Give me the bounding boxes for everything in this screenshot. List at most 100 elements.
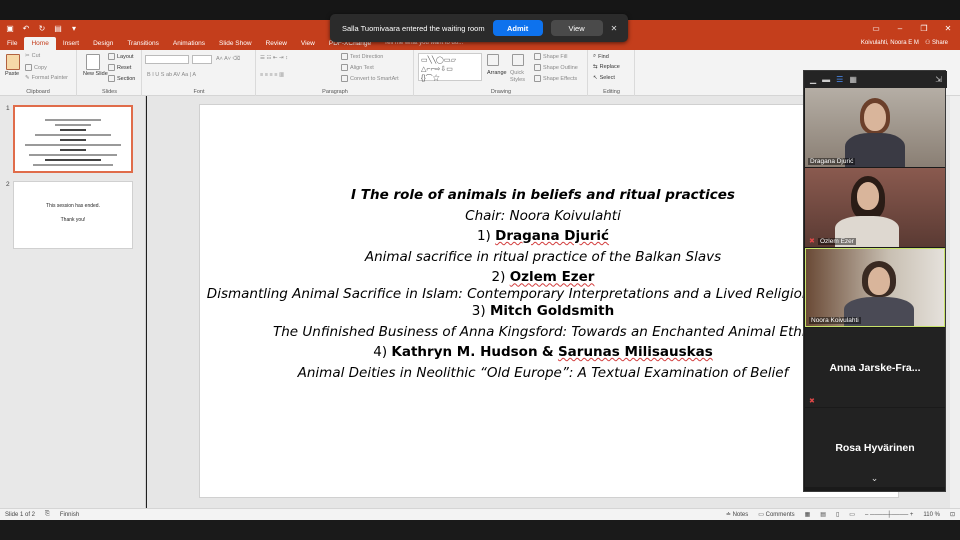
replace-button[interactable]: ⇆ Replace: [593, 64, 620, 70]
normal-view-icon[interactable]: ▦: [800, 511, 816, 518]
slide-content[interactable]: I The role of animals in beliefs and rit…: [200, 185, 886, 383]
reset-label: Reset: [117, 64, 132, 71]
close-icon[interactable]: ✕: [611, 24, 618, 33]
tab-slide-show[interactable]: Slide Show: [212, 37, 259, 50]
zoom-level[interactable]: 110 %: [918, 512, 945, 518]
text-direction-button[interactable]: Text Direction: [341, 53, 383, 60]
copy-button[interactable]: Copy: [25, 64, 47, 71]
single-view-icon[interactable]: ▬: [822, 75, 830, 84]
list-buttons[interactable]: ☰ ☷ ⇤ ⇥ ↕: [260, 55, 288, 61]
exit-gallery-icon[interactable]: ⇲: [935, 75, 942, 84]
select-button[interactable]: ↖ Select: [593, 75, 615, 81]
arrange-button[interactable]: Arrange: [487, 70, 507, 76]
participant-tile-active-speaker[interactable]: Noora Koivulahti: [805, 248, 945, 327]
comments-button[interactable]: ▭ Comments: [753, 511, 799, 518]
slide-sorter-icon[interactable]: ▤: [815, 511, 831, 518]
quick-styles-icon[interactable]: [512, 54, 524, 66]
share-button[interactable]: ⚇ Share: [925, 37, 960, 50]
shape-effects-button[interactable]: Shape Effects: [534, 75, 577, 82]
close-window-icon[interactable]: ✕: [936, 24, 960, 33]
presenter-1: 1) Dragana Djurić: [200, 226, 886, 247]
account-name[interactable]: Koivulahti, Noora E M: [861, 37, 925, 50]
thumbnail-text-line: [60, 139, 86, 141]
minimize-icon[interactable]: –: [888, 24, 912, 33]
undo-icon[interactable]: ↶: [20, 22, 32, 34]
participant-tile[interactable]: Dragana Djurić: [805, 88, 945, 167]
arrange-icon[interactable]: [487, 54, 499, 66]
slide-thumbnail-2[interactable]: This session has ended. Thank you!: [13, 181, 133, 249]
tab-home[interactable]: Home: [24, 37, 56, 50]
ribbon-display-icon[interactable]: ▭: [864, 24, 888, 33]
tab-insert[interactable]: Insert: [56, 37, 86, 50]
shape-fill-button[interactable]: Shape Fill: [534, 53, 567, 60]
vertical-scrollbar[interactable]: [950, 96, 960, 508]
language-indicator[interactable]: Finnish: [55, 512, 84, 518]
drawing-label: Drawing: [490, 89, 512, 95]
tab-review[interactable]: Review: [259, 37, 294, 50]
quick-styles-button[interactable]: Quick Styles: [510, 70, 534, 84]
presenter-icon[interactable]: ▤: [52, 22, 64, 34]
presenter-number: 1): [476, 228, 491, 245]
align-buttons[interactable]: ≡ ≡ ≡ ≡ ▥: [260, 72, 284, 78]
shapes-gallery[interactable]: ▭╲╲◯▭▱ △⌐⌐⇨⇩▭ {}⌒☆: [418, 53, 482, 82]
shape-outline-button[interactable]: Shape Outline: [534, 64, 578, 71]
replace-label: Replace: [599, 64, 620, 70]
clipboard-label: Clipboard: [26, 89, 50, 95]
presenter-name: Mitch Goldsmith: [489, 302, 615, 319]
reset-button[interactable]: Reset: [108, 64, 131, 71]
font-name-select[interactable]: [145, 55, 189, 64]
redo-icon[interactable]: ↻: [36, 22, 48, 34]
editing-label: Editing: [603, 89, 620, 95]
slide-thumbnail-1[interactable]: [13, 105, 133, 173]
align-text-icon: [341, 64, 348, 71]
notes-button[interactable]: ≐ Notes: [721, 511, 753, 518]
format-painter-button[interactable]: ✎ Format Painter: [25, 75, 68, 81]
slideshow-icon[interactable]: ▭: [844, 511, 860, 518]
tab-file[interactable]: File: [0, 37, 24, 50]
notes-icon: ≐: [725, 512, 733, 518]
align-text-button[interactable]: Align Text: [341, 64, 374, 71]
smartart-button[interactable]: Convert to SmartArt: [341, 75, 399, 82]
copy-icon: [25, 64, 32, 71]
new-slide-icon[interactable]: [86, 54, 100, 70]
font-size-select[interactable]: [192, 55, 212, 64]
bottom-strip: [0, 520, 960, 540]
view-button[interactable]: View: [550, 20, 603, 36]
participant-tile[interactable]: Anna Jarske-Fra... ✖: [805, 328, 945, 407]
tab-view[interactable]: View: [294, 37, 322, 50]
section-button[interactable]: Section: [108, 75, 135, 82]
customize-icon[interactable]: ▾: [68, 22, 80, 34]
restore-icon[interactable]: ❐: [912, 24, 936, 33]
fit-slide-icon[interactable]: ⊡: [945, 511, 960, 518]
thumbnail-number: 1: [6, 105, 10, 112]
chevron-down-icon[interactable]: ⌄: [804, 473, 945, 484]
paste-icon[interactable]: [6, 54, 20, 70]
thumbnail-text-line: [25, 144, 121, 146]
tab-design[interactable]: Design: [86, 37, 120, 50]
find-icon: ⌕: [593, 53, 597, 59]
font-size-controls[interactable]: A˄ A˅ ⌫: [216, 56, 240, 62]
find-button[interactable]: ⌕ Find: [593, 53, 609, 60]
spellcheck-icon[interactable]: ⎘: [40, 511, 55, 518]
notes-label: Notes: [732, 512, 749, 518]
admit-button[interactable]: Admit: [492, 20, 543, 36]
participant-tile[interactable]: ✖ Ozlem Ezer: [805, 168, 945, 247]
thumbnail-text-line: [60, 149, 86, 151]
new-slide-button[interactable]: New Slide: [83, 71, 108, 77]
tab-transitions[interactable]: Transitions: [120, 37, 166, 50]
thumbnail-text-line: [45, 119, 101, 121]
paste-button[interactable]: Paste: [5, 71, 19, 77]
grid-view-icon[interactable]: ▦: [849, 75, 857, 84]
zoom-slider[interactable]: – ────┼──── +: [860, 512, 918, 518]
strip-view-icon[interactable]: ☰: [836, 75, 843, 84]
current-slide[interactable]: I The role of animals in beliefs and rit…: [199, 104, 899, 498]
presenter-number: 3): [471, 302, 486, 319]
reset-icon: [108, 64, 115, 71]
save-icon[interactable]: ▣: [4, 22, 16, 34]
font-format-buttons[interactable]: B I U S ab AV Aa | A: [147, 72, 196, 78]
tab-animations[interactable]: Animations: [166, 37, 212, 50]
layout-button[interactable]: Layout: [108, 53, 134, 60]
minimize-gallery-icon[interactable]: ▁: [810, 75, 816, 84]
reading-view-icon[interactable]: ▯: [831, 511, 844, 518]
cut-button[interactable]: ✂ Cut: [25, 53, 40, 59]
